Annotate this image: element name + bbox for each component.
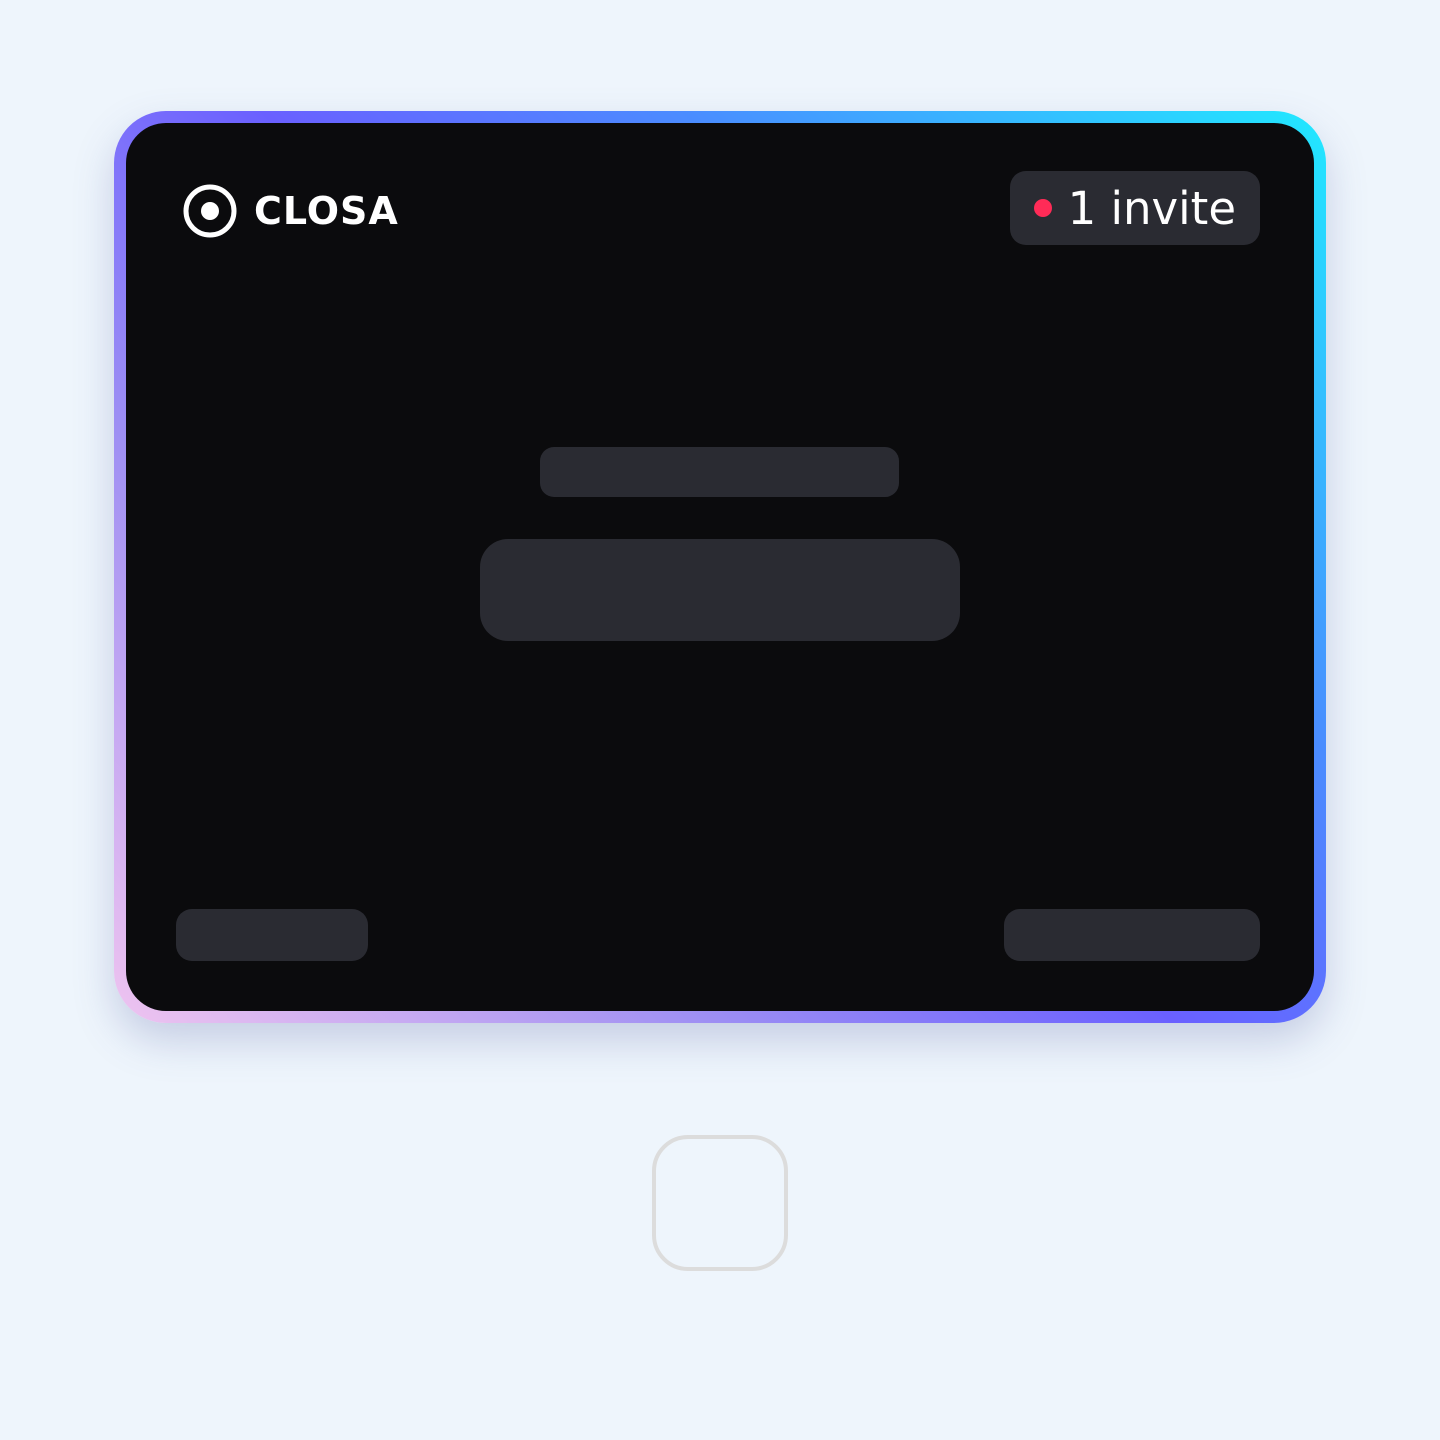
loading-action-button-placeholder	[480, 539, 960, 641]
target-icon	[183, 184, 237, 238]
brand-name: CLOSA	[254, 189, 399, 233]
home-button[interactable]	[652, 1135, 788, 1271]
loading-footer-left-placeholder	[176, 909, 368, 961]
page: CLOSA 1 invite	[0, 0, 1440, 1440]
invite-badge[interactable]: 1 invite	[1009, 171, 1260, 245]
invite-count-label: 1 invite	[1067, 181, 1236, 235]
notification-dot-icon	[1033, 199, 1052, 217]
loading-title-placeholder	[540, 447, 899, 497]
loading-footer-right-placeholder	[1004, 909, 1260, 961]
invite-card: CLOSA 1 invite	[126, 123, 1314, 1011]
card-gradient-border: CLOSA 1 invite	[114, 111, 1326, 1023]
brand: CLOSA	[182, 181, 399, 241]
